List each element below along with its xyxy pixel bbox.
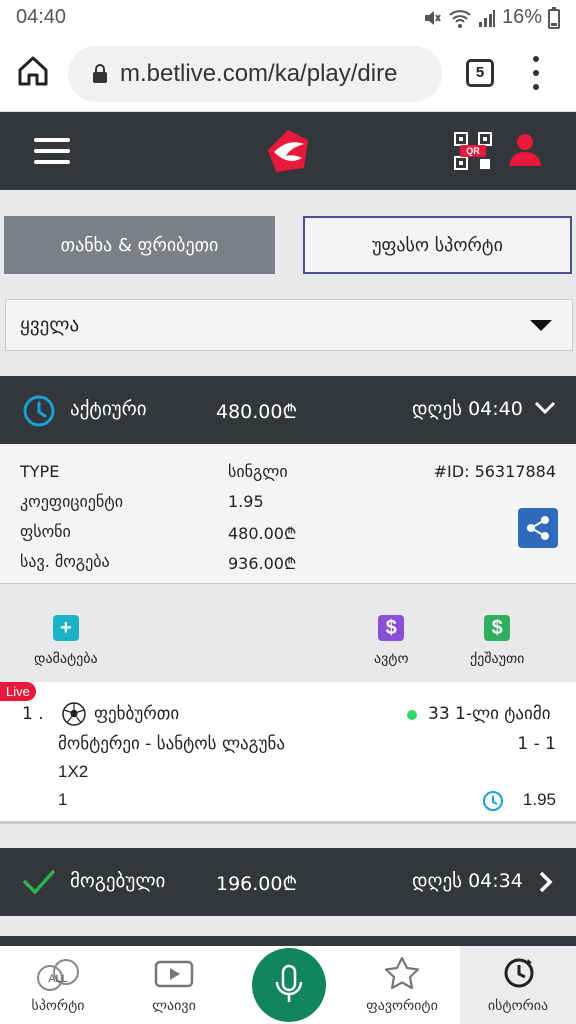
checkmark-icon <box>23 870 55 895</box>
auto-label: ავტო <box>374 651 409 667</box>
payout-label: სავ. მოგება <box>20 552 110 571</box>
selection-odds: 1.95 <box>522 790 556 809</box>
nav-favorites-label: ფავორიტი <box>366 998 438 1014</box>
bet-details: TYPE სინგლი #ID: 56317884 კოეფიციენტი 1.… <box>0 444 576 584</box>
bet-time: დღეს 04:40 <box>412 398 523 420</box>
sport-name: ფეხბურთი <box>94 704 180 724</box>
selection-index: 1 . <box>22 704 44 724</box>
type-value: სინგლი <box>228 462 288 481</box>
market-name: 1X2 <box>58 762 89 781</box>
bet-status: აქტიური <box>70 398 147 420</box>
payout-value: 936.00₾ <box>228 554 297 573</box>
history-icon <box>504 958 534 988</box>
auto-cashout-button[interactable]: $ ავტო <box>374 615 408 667</box>
plus-icon: + <box>52 615 79 641</box>
betlive-logo[interactable] <box>264 128 312 174</box>
dollar-icon: $ <box>378 615 405 641</box>
chevron-down-icon <box>530 320 552 331</box>
tab-money-freebet[interactable]: თანხა & ფრიბეთი <box>4 216 275 274</box>
chevron-down-icon[interactable] <box>534 400 556 416</box>
match-time: 33 1-ლი ტაიმი <box>428 704 551 724</box>
star-icon <box>384 956 420 990</box>
dollar-icon: $ <box>484 615 511 641</box>
cashout-label: ქეშაუთი <box>470 651 525 667</box>
odds-value: 1.95 <box>228 492 264 511</box>
live-dot-icon <box>407 710 417 720</box>
add-label: დამატება <box>34 651 98 667</box>
nav-favorites[interactable]: ფავორიტი <box>344 946 460 1024</box>
sport-badge: ALL <box>48 973 68 985</box>
tabs-count-button[interactable]: 5 <box>466 59 494 87</box>
odds-label: კოეფიციენტი <box>20 492 124 511</box>
qr-code-icon[interactable]: QR <box>454 132 492 170</box>
match-teams: მონტერეი - სანტოს ლაგუნა <box>58 734 285 754</box>
nav-history-label: ისტორია <box>487 998 549 1014</box>
lock-icon <box>93 64 107 83</box>
menu-icon[interactable] <box>34 138 70 164</box>
mute-icon <box>424 10 441 25</box>
pick: 1 <box>58 790 68 809</box>
chevron-right-icon[interactable] <box>538 870 554 894</box>
nav-live[interactable]: ლაივი <box>116 946 232 1024</box>
status-icons: 16% <box>422 6 560 29</box>
app-header: QR <box>0 112 576 190</box>
sport-icon: ALL <box>37 959 79 991</box>
won-status: მოგებული <box>70 870 166 892</box>
user-icon[interactable] <box>508 132 542 168</box>
battery-icon <box>548 6 560 29</box>
wifi-icon <box>449 9 471 28</box>
live-badge: Live <box>0 682 36 701</box>
nav-sport[interactable]: ALL სპორტი <box>0 946 116 1024</box>
cashout-button[interactable]: $ ქეშაუთი <box>470 615 524 667</box>
stake-value: 480.00₾ <box>228 524 297 543</box>
selection-card[interactable]: 1 . ფეხბურთი 33 1-ლი ტაიმი მონტერეი - სა… <box>0 682 576 824</box>
tab-free-sport[interactable]: უფასო სპორტი <box>303 216 572 274</box>
clock-icon <box>483 791 503 811</box>
nav-history[interactable]: ისტორია <box>460 946 576 1024</box>
battery-percent: 16% <box>501 6 542 28</box>
url-bar[interactable]: m.betlive.com/ka/play/dire <box>68 46 442 102</box>
home-icon[interactable] <box>16 54 50 88</box>
won-time: დღეს 04:34 <box>412 870 523 892</box>
bet-actions: + დამატება $ ავტო $ ქეშაუთი <box>0 585 576 683</box>
bet-amount: 480.00₾ <box>216 401 298 423</box>
nav-sport-label: სპორტი <box>31 998 85 1014</box>
bet-id: #ID: 56317884 <box>433 462 556 481</box>
filter-selected-value: ყველა <box>20 314 80 336</box>
add-button[interactable]: + დამატება <box>34 615 98 667</box>
clock-icon <box>23 395 55 427</box>
status-bar: 04:40 16% <box>0 0 576 34</box>
won-amount: 196.00₾ <box>216 873 298 895</box>
svg-text:QR: QR <box>466 146 480 156</box>
more-menu-icon[interactable] <box>528 56 544 90</box>
match-score: 1 - 1 <box>517 734 556 754</box>
filter-dropdown[interactable]: ყველა <box>5 299 573 351</box>
voice-search-button[interactable] <box>252 948 326 1022</box>
won-bet-header[interactable]: მოგებული 196.00₾ დღეს 04:34 <box>0 848 576 916</box>
url-text: m.betlive.com/ka/play/dire <box>120 60 398 87</box>
share-icon[interactable] <box>518 508 558 548</box>
type-label: TYPE <box>20 462 60 481</box>
next-bet-header[interactable] <box>0 936 576 946</box>
stake-label: ფსონი <box>20 522 71 541</box>
browser-toolbar: m.betlive.com/ka/play/dire 5 <box>0 34 576 112</box>
microphone-icon <box>275 964 303 1002</box>
active-bet-header[interactable]: აქტიური 480.00₾ დღეს 04:40 <box>0 376 576 444</box>
play-video-icon <box>154 960 194 988</box>
status-time: 04:40 <box>16 6 67 28</box>
signal-icon <box>478 9 495 27</box>
soccer-ball-icon <box>62 702 86 726</box>
nav-live-label: ლაივი <box>152 998 196 1014</box>
